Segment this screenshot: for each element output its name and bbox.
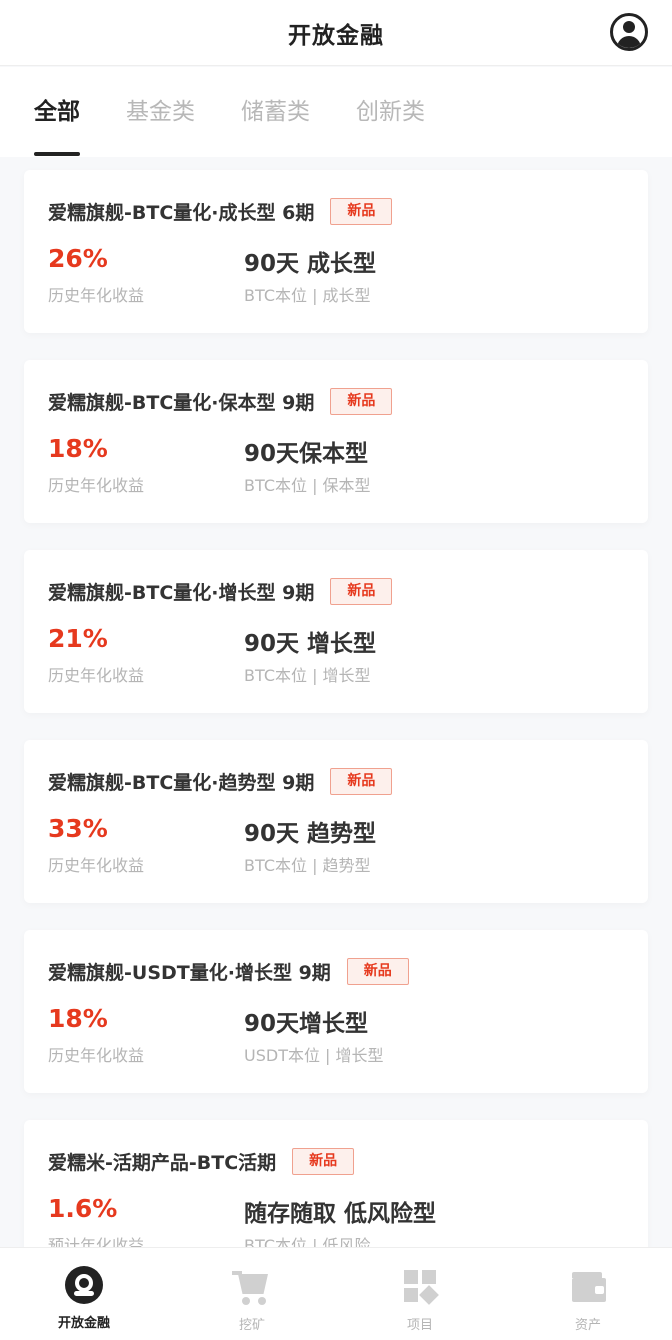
rate-label: 历史年化收益 [48,286,145,305]
tab-fund[interactable]: 基金类 [126,67,195,157]
bottom-navigation: 开放金融 挖矿 项目 资产 [0,1247,672,1340]
product-card[interactable]: 爱糯旗舰-BTC量化·成长型 6期 新品 26% 历史年化收益 90天 成长型 … [24,170,648,333]
product-subtitle: USDT本位 | 增长型 [244,1046,384,1065]
nav-mining[interactable]: 挖矿 [168,1248,336,1340]
product-term: 随存随取 低风险型 [244,1201,437,1227]
product-subtitle: BTC本位 | 保本型 [244,476,371,495]
new-badge: 新品 [346,958,409,985]
nav-label: 项目 [406,1318,433,1333]
product-term: 90天 趋势型 [244,821,377,847]
nav-label: 资产 [574,1318,601,1333]
annual-rate: 21% [48,624,108,653]
user-body-shape [617,36,641,48]
user-head-shape [623,21,635,33]
product-subtitle: BTC本位 | 成长型 [244,286,371,305]
nav-projects[interactable]: 项目 [336,1248,504,1340]
nav-assets[interactable]: 资产 [504,1248,672,1340]
card-title-row: 爱糯旗舰-BTC量化·增长型 9期 新品 [48,578,393,605]
product-card[interactable]: 爱糯旗舰-USDT量化·增长型 9期 新品 18% 历史年化收益 90天增长型 … [24,930,648,1093]
card-title-row: 爱糯旗舰-BTC量化·成长型 6期 新品 [48,198,393,225]
new-badge: 新品 [330,578,393,605]
mining-cart-icon [232,1266,272,1306]
product-title: 爱糯旗舰-USDT量化·增长型 9期 [48,962,331,984]
product-card[interactable]: 爱糯旗舰-BTC量化·趋势型 9期 新品 33% 历史年化收益 90天 趋势型 … [24,740,648,903]
page-title: 开放金融 [288,22,384,49]
product-title: 爱糯旗舰-BTC量化·保本型 9期 [48,392,315,414]
tab-innovation[interactable]: 创新类 [356,67,425,157]
product-card[interactable]: 爱糯旗舰-BTC量化·增长型 9期 新品 21% 历史年化收益 90天 增长型 … [24,550,648,713]
grid-diamond [419,1285,439,1305]
product-card[interactable]: 爱糯旗舰-BTC量化·保本型 9期 新品 18% 历史年化收益 90天保本型 B… [24,360,648,523]
annual-rate: 18% [48,1004,108,1033]
annual-rate: 18% [48,434,108,463]
new-badge: 新品 [330,388,393,415]
product-title: 爱糯旗舰-BTC量化·增长型 9期 [48,582,315,604]
annual-rate: 1.6% [48,1194,118,1223]
category-tabs: 全部 基金类 储蓄类 创新类 [0,67,672,157]
wallet-clasp [595,1286,604,1294]
product-list: 爱糯旗舰-BTC量化·成长型 6期 新品 26% 历史年化收益 90天 成长型 … [0,170,672,1310]
project-grid-icon [400,1266,440,1306]
product-term: 90天增长型 [244,1011,369,1037]
annual-rate: 33% [48,814,108,843]
finance-icon-base [74,1291,94,1296]
cart-wheel [242,1297,250,1305]
card-title-row: 爱糯旗舰-BTC量化·保本型 9期 新品 [48,388,393,415]
grid-square [422,1270,436,1284]
cart-basket [238,1274,268,1294]
top-header: 开放金融 [0,0,672,66]
user-profile-icon[interactable] [610,13,648,51]
product-title: 爱糯旗舰-BTC量化·趋势型 9期 [48,772,315,794]
card-title-row: 爱糯旗舰-BTC量化·趋势型 9期 新品 [48,768,393,795]
rate-label: 历史年化收益 [48,666,145,685]
product-term: 90天保本型 [244,441,369,467]
card-title-row: 爱糯米-活期产品-BTC活期 新品 [48,1148,355,1175]
wallet-icon [568,1266,608,1306]
annual-rate: 26% [48,244,108,273]
grid-square [404,1270,418,1284]
new-badge: 新品 [330,198,393,225]
nav-open-finance[interactable]: 开放金融 [0,1248,168,1340]
grid-square [404,1288,418,1302]
product-term: 90天 增长型 [244,631,377,657]
finance-icon [65,1266,103,1304]
new-badge: 新品 [330,768,393,795]
nav-label: 挖矿 [238,1318,265,1333]
product-term: 90天 成长型 [244,251,377,277]
tab-all[interactable]: 全部 [34,67,80,157]
rate-label: 历史年化收益 [48,1046,145,1065]
product-subtitle: BTC本位 | 增长型 [244,666,371,685]
rate-label: 历史年化收益 [48,476,145,495]
cart-wheel [258,1297,266,1305]
finance-icon-ring [75,1274,93,1292]
app-root: 开放金融 全部 基金类 储蓄类 创新类 爱糯旗舰-BTC量化·成长型 6期 新品… [0,0,672,1340]
rate-label: 历史年化收益 [48,856,145,875]
card-title-row: 爱糯旗舰-USDT量化·增长型 9期 新品 [48,958,409,985]
tab-savings[interactable]: 储蓄类 [241,67,310,157]
new-badge: 新品 [292,1148,355,1175]
product-title: 爱糯米-活期产品-BTC活期 [48,1152,277,1174]
product-subtitle: BTC本位 | 趋势型 [244,856,371,875]
product-title: 爱糯旗舰-BTC量化·成长型 6期 [48,202,315,224]
nav-label: 开放金融 [57,1316,110,1331]
